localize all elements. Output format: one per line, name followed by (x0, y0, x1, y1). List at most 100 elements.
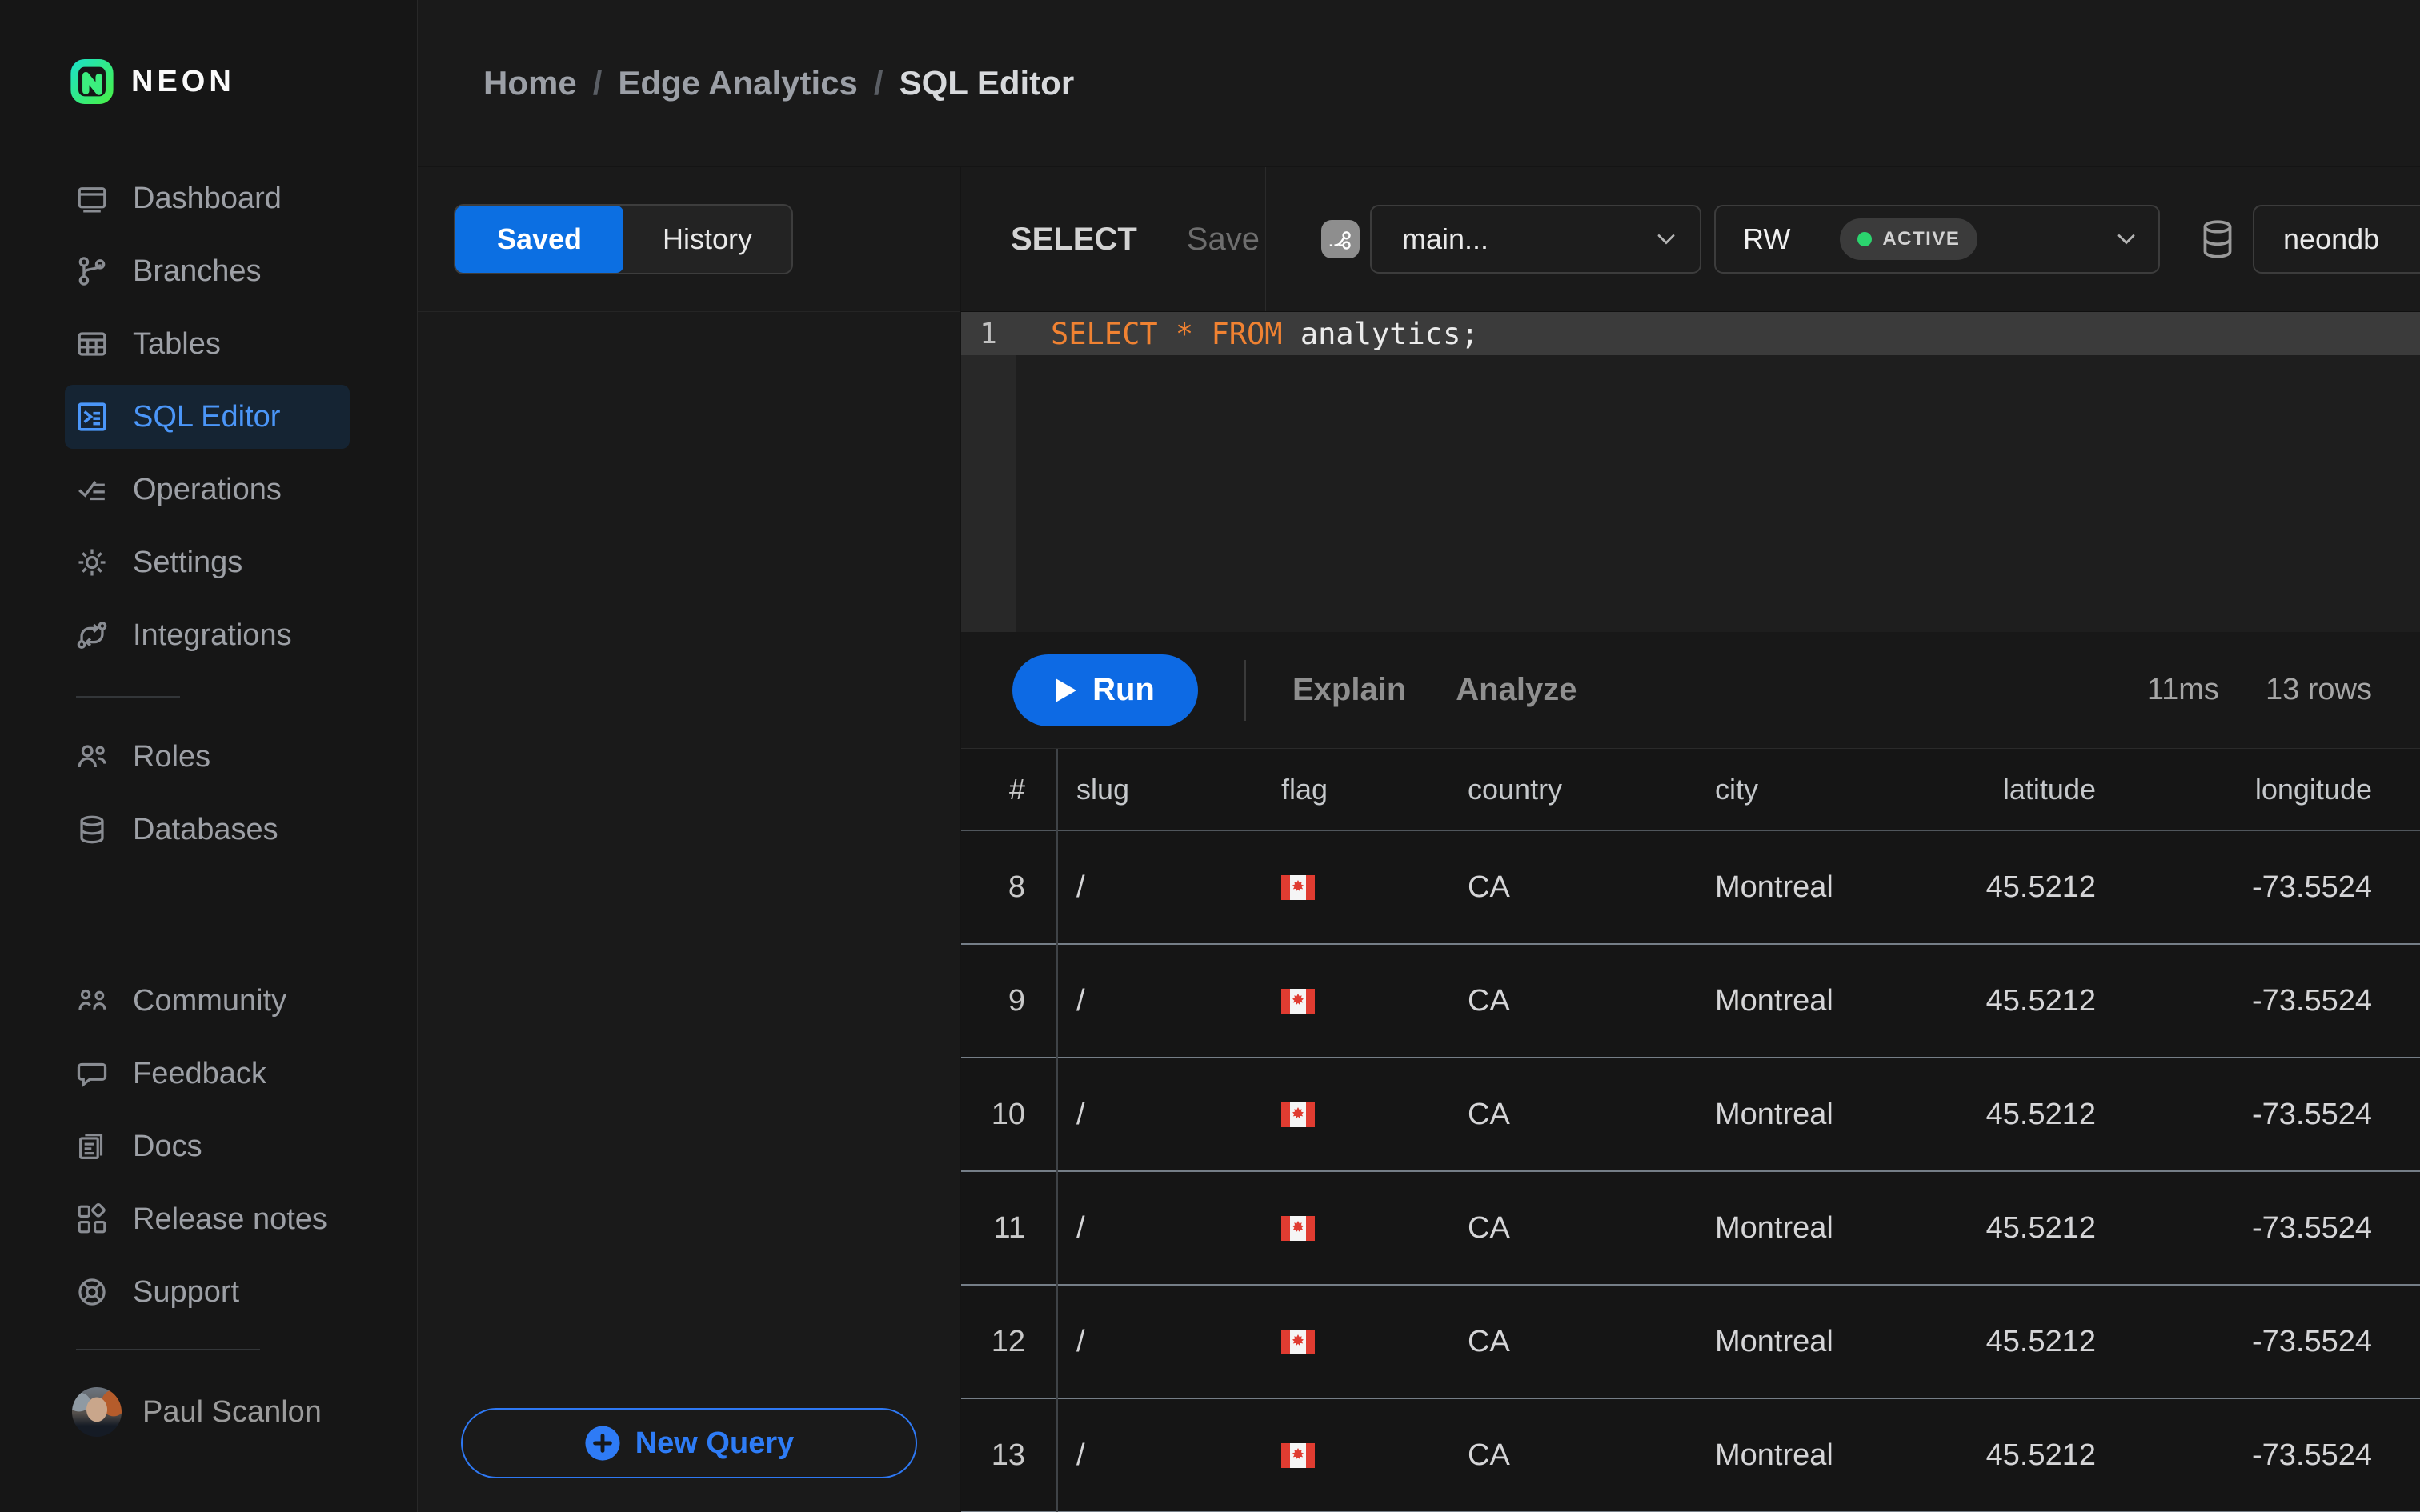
canada-flag-icon (1261, 875, 1457, 900)
sidebar-item-label: Community (133, 984, 286, 1018)
database-select[interactable]: neondb (2253, 205, 2420, 274)
sidebar-item-operations[interactable]: Operations (65, 458, 350, 522)
query-actions-bar: Run Explain Analyze 11ms 13 rows (961, 632, 2420, 748)
cell-city: Montreal (1697, 984, 1965, 1018)
statement-group: SELECT Save (961, 167, 1266, 311)
sidebar-item-label: Docs (133, 1130, 202, 1164)
breadcrumb-project[interactable]: Edge Analytics (618, 64, 858, 102)
compute-status-badge: ACTIVE (1840, 218, 1977, 260)
cell-latitude: 45.5212 (1965, 1211, 2105, 1246)
sidebar-item-label: SQL Editor (133, 400, 280, 434)
database-icon (2198, 217, 2238, 262)
results-table: # slug flag country city latitude longit… (961, 748, 2420, 1512)
connection-controls: main... RW ACTIVE (1266, 167, 2420, 311)
sidebar-item-roles[interactable]: Roles (65, 725, 350, 789)
sidebar-item-label: Settings (133, 546, 242, 580)
sidebar-item-community[interactable]: Community (65, 969, 350, 1033)
table-row[interactable]: 9 / CA Montreal 45.5212 -73.5524 (961, 945, 2420, 1058)
canada-flag-icon (1261, 1330, 1457, 1354)
cell-slug: / (1057, 1325, 1261, 1359)
dashboard-icon (74, 180, 110, 217)
cell-latitude: 45.5212 (1965, 984, 2105, 1018)
sidebar-item-release-notes[interactable]: Release notes (65, 1187, 350, 1251)
cell-index: 13 (961, 1438, 1057, 1473)
run-button[interactable]: Run (1012, 654, 1198, 726)
avatar (72, 1387, 122, 1437)
table-row[interactable]: 12 / CA Montreal 45.5212 -73.5524 (961, 1286, 2420, 1399)
sidebar-item-dashboard[interactable]: Dashboard (65, 166, 350, 230)
table-row[interactable]: 11 / CA Montreal 45.5212 -73.5524 (961, 1172, 2420, 1286)
compute-select[interactable]: RW ACTIVE (1714, 205, 2160, 274)
cell-index: 12 (961, 1325, 1057, 1359)
branch-compare-button[interactable] (1321, 220, 1360, 258)
breadcrumb-home[interactable]: Home (483, 64, 577, 102)
sidebar-divider (76, 1349, 260, 1350)
brand-name: NEON (131, 65, 235, 99)
cell-index: 8 (961, 870, 1057, 905)
canada-flag-icon (1261, 1443, 1457, 1468)
save-query-button[interactable]: Save (1187, 222, 1260, 258)
sql-identifier: analytics; (1283, 317, 1479, 351)
branch-select[interactable]: main... (1370, 205, 1701, 274)
cell-latitude: 45.5212 (1965, 1098, 2105, 1132)
cell-latitude: 45.5212 (1965, 1325, 2105, 1359)
plus-circle-icon (584, 1425, 621, 1462)
table-row[interactable]: 8 / CA Montreal 45.5212 -73.5524 (961, 831, 2420, 945)
sidebar-item-label: Roles (133, 740, 210, 774)
chevron-down-icon (1657, 233, 1676, 246)
sidebar-divider (76, 696, 180, 698)
active-code-line[interactable]: 1 SELECT * FROM analytics; (961, 312, 2420, 355)
new-query-button[interactable]: New Query (461, 1408, 917, 1478)
neon-logo-icon (70, 58, 114, 105)
sidebar-item-feedback[interactable]: Feedback (65, 1042, 350, 1106)
sidebar-item-databases[interactable]: Databases (65, 798, 350, 862)
operations-icon (74, 471, 110, 508)
query-duration: 11ms (2147, 673, 2219, 707)
cell-slug: / (1057, 1438, 1261, 1473)
query-row-count: 13 rows (2266, 673, 2372, 707)
cell-index: 9 (961, 984, 1057, 1018)
cell-longitude: -73.5524 (2105, 1438, 2420, 1473)
sidebar-nav-tertiary: Community Feedback Docs Release notes (0, 969, 417, 1324)
sql-editor-pane: SELECT Save main... RW (961, 167, 2420, 1512)
play-icon (1056, 678, 1076, 702)
column-header-flag: flag (1261, 773, 1457, 806)
explain-button[interactable]: Explain (1292, 672, 1406, 708)
cell-longitude: -73.5524 (2105, 1211, 2420, 1246)
queries-panel: Saved History New Query (418, 167, 960, 1512)
cell-latitude: 45.5212 (1965, 870, 2105, 905)
sidebar-item-label: Integrations (133, 618, 292, 653)
tab-saved[interactable]: Saved (455, 206, 623, 273)
sidebar-item-tables[interactable]: Tables (65, 312, 350, 376)
user-menu[interactable]: Paul Scanlon (72, 1387, 417, 1437)
breadcrumb-separator: / (874, 64, 883, 102)
cell-country: CA (1457, 870, 1697, 905)
tab-history[interactable]: History (623, 206, 791, 273)
release-notes-icon (74, 1201, 110, 1238)
sidebar-item-settings[interactable]: Settings (65, 530, 350, 594)
table-row[interactable]: 10 / CA Montreal 45.5212 -73.5524 (961, 1058, 2420, 1172)
sidebar-nav-primary: Dashboard Branches Tables SQL Editor (0, 166, 417, 667)
table-row[interactable]: 13 / CA Montreal 45.5212 -73.5524 (961, 1399, 2420, 1512)
tables-icon (74, 326, 110, 362)
sidebar-item-sql-editor[interactable]: SQL Editor (65, 385, 350, 449)
column-header-latitude: latitude (1965, 773, 2105, 806)
branch-icon (1327, 226, 1354, 253)
cell-slug: / (1057, 1098, 1261, 1132)
analyze-button[interactable]: Analyze (1456, 672, 1577, 708)
sidebar-item-docs[interactable]: Docs (65, 1114, 350, 1178)
sidebar-item-branches[interactable]: Branches (65, 239, 350, 303)
sidebar-item-label: Operations (133, 473, 282, 507)
sql-code-editor[interactable]: 1 SELECT * FROM analytics; (961, 312, 2420, 632)
brand-logo[interactable]: NEON (70, 58, 417, 106)
sidebar-item-label: Release notes (133, 1202, 327, 1237)
sidebar-item-support[interactable]: Support (65, 1260, 350, 1324)
branches-icon (74, 253, 110, 290)
cell-longitude: -73.5524 (2105, 1325, 2420, 1359)
cell-slug: / (1057, 1211, 1261, 1246)
run-label: Run (1092, 672, 1155, 708)
roles-icon (74, 738, 110, 775)
column-header-slug: slug (1057, 773, 1261, 806)
sidebar-item-integrations[interactable]: Integrations (65, 603, 350, 667)
cell-slug: / (1057, 984, 1261, 1018)
